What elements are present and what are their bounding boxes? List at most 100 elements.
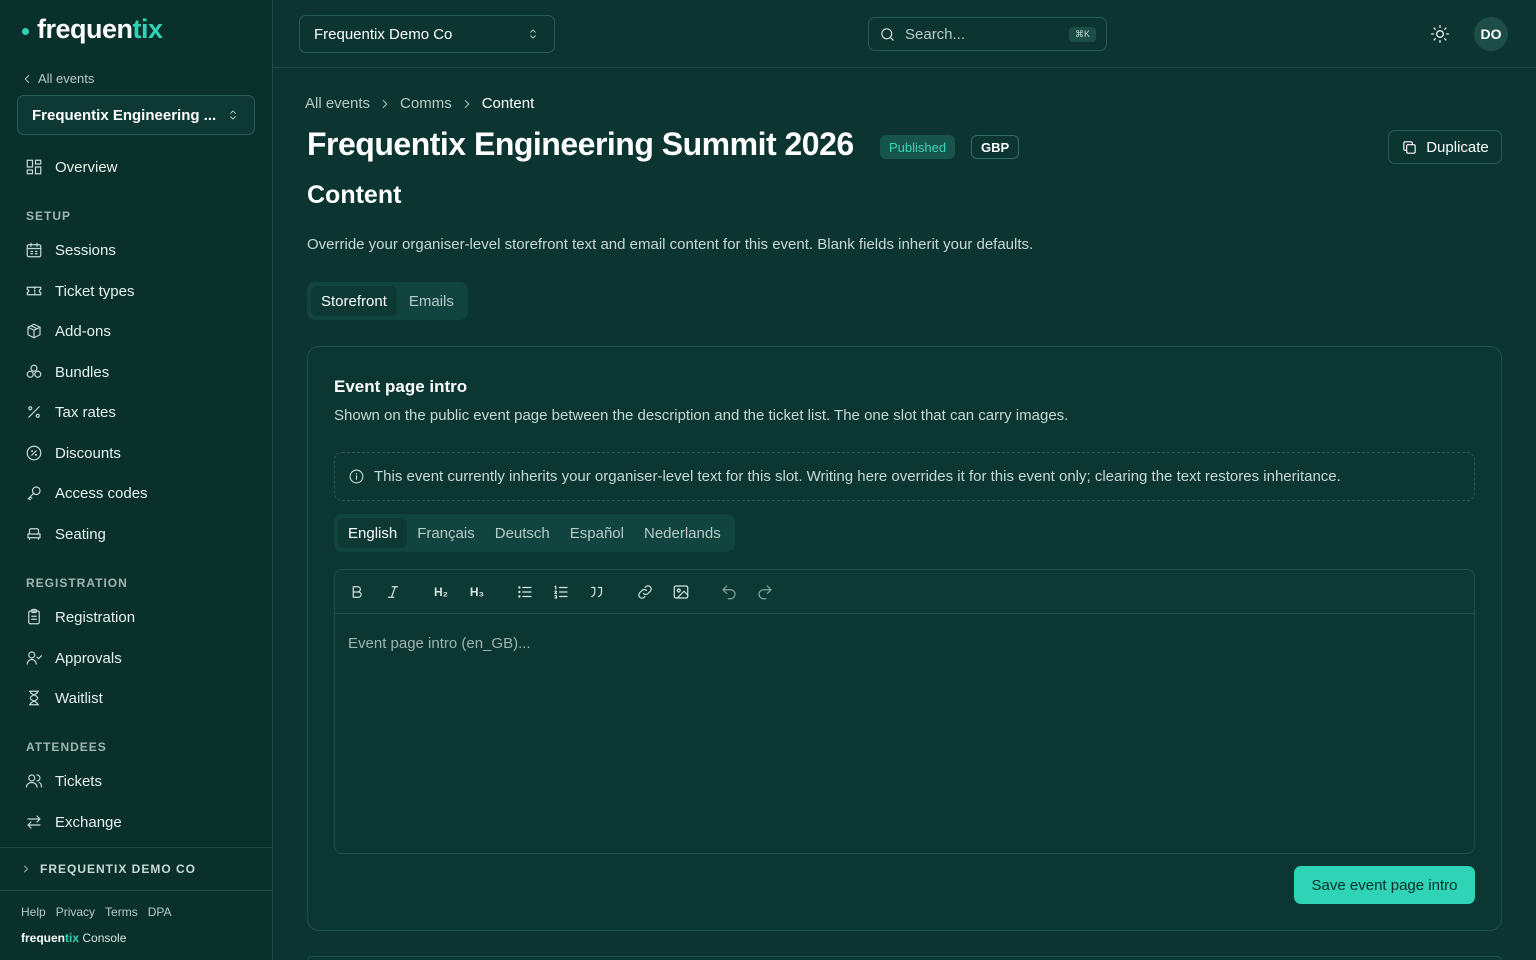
heading-3-button[interactable]: H₃ <box>467 582 487 602</box>
sidebar-item-label: Waitlist <box>55 689 103 707</box>
copy-icon <box>1401 139 1418 156</box>
search-placeholder: Search... <box>905 25 966 43</box>
search-input[interactable]: Search... ⌘K <box>868 17 1107 51</box>
footer-link-terms[interactable]: Terms <box>105 905 138 919</box>
tab-language-french[interactable]: Français <box>407 518 485 548</box>
footer-link-dpa[interactable]: DPA <box>148 905 172 919</box>
section-description: Override your organiser-level storefront… <box>307 236 1034 253</box>
arrows-exchange-icon <box>25 813 43 831</box>
sidebar-item-label: Registration <box>55 608 136 626</box>
sidebar-item-tickets[interactable]: Tickets <box>25 770 102 792</box>
sidebar-item-label: Overview <box>55 158 118 176</box>
bold-icon[interactable] <box>347 582 367 602</box>
back-link-label: All events <box>38 71 95 86</box>
heading-2-button[interactable]: H₂ <box>431 582 451 602</box>
calendar-icon <box>25 241 43 259</box>
save-event-page-intro-button[interactable]: Save event page intro <box>1294 866 1475 904</box>
breadcrumb-content: Content <box>481 95 535 112</box>
editor-content-area[interactable]: Event page intro (en_GB)... <box>348 635 531 652</box>
chevron-right-icon <box>378 97 392 111</box>
currency-badge: GBP <box>971 135 1020 159</box>
sidebar-item-label: Tickets <box>55 772 102 790</box>
sidebar-item-discounts[interactable]: Discounts <box>25 442 121 464</box>
sidebar-item-label: Exchange <box>55 813 122 831</box>
duplicate-button[interactable]: Duplicate <box>1388 130 1502 164</box>
sidebar-item-tax-rates[interactable]: Tax rates <box>25 401 116 423</box>
sidebar-item-approvals[interactable]: Approvals <box>25 647 122 669</box>
chevrons-up-down-icon <box>226 108 240 122</box>
sidebar-item-label: Ticket types <box>55 282 135 300</box>
back-to-all-events-link[interactable]: All events <box>20 71 94 86</box>
discount-badge-icon <box>25 444 43 462</box>
tab-language-german[interactable]: Deutsch <box>485 518 560 548</box>
nav-section-attendees: ATTENDEES <box>26 740 107 754</box>
sidebar-item-bundles[interactable]: Bundles <box>25 361 109 383</box>
tab-emails[interactable]: Emails <box>399 286 464 316</box>
layout-grid-icon <box>25 158 43 176</box>
duplicate-button-label: Duplicate <box>1426 138 1489 156</box>
package-icon <box>25 322 43 340</box>
section-title: Content <box>307 181 402 209</box>
footer-link-help[interactable]: Help <box>21 905 46 919</box>
sidebar-item-registration[interactable]: Registration <box>25 606 135 628</box>
tab-language-dutch[interactable]: Nederlands <box>634 518 731 548</box>
breadcrumb-all-events[interactable]: All events <box>305 95 370 112</box>
top-bar: Frequentix Demo Co Search... ⌘K DO <box>273 0 1536 68</box>
organisation-selector-label: Frequentix Demo Co <box>314 25 453 43</box>
tab-storefront[interactable]: Storefront <box>311 286 397 316</box>
clipboard-icon <box>25 608 43 626</box>
tab-language-spanish[interactable]: Español <box>560 518 634 548</box>
breadcrumb-comms[interactable]: Comms <box>400 95 452 112</box>
sidebar-item-waitlist[interactable]: Waitlist <box>25 687 103 709</box>
sidebar-item-overview[interactable]: Overview <box>25 156 118 178</box>
notice-text: This event currently inherits your organ… <box>374 468 1341 485</box>
page-title: Frequentix Engineering Summit 2026 <box>307 126 854 162</box>
armchair-icon <box>25 525 43 543</box>
hourglass-icon <box>25 689 43 707</box>
sidebar-item-add-ons[interactable]: Add-ons <box>25 320 111 342</box>
sidebar-item-label: Sessions <box>55 241 116 259</box>
organisation-selector[interactable]: Frequentix Demo Co <box>299 15 555 53</box>
ticket-icon <box>25 282 43 300</box>
link-icon[interactable] <box>635 582 655 602</box>
chevrons-up-down-icon <box>526 27 540 41</box>
sidebar-item-seating[interactable]: Seating <box>25 523 106 545</box>
sidebar-item-sessions[interactable]: Sessions <box>25 239 116 261</box>
status-badge: Published <box>880 135 956 159</box>
nav-section-registration: REGISTRATION <box>26 576 128 590</box>
ordered-list-icon[interactable] <box>551 582 571 602</box>
logo-dot-icon <box>22 28 29 35</box>
nav-section-setup: SETUP <box>26 209 72 223</box>
image-icon[interactable] <box>671 582 691 602</box>
blockquote-icon[interactable] <box>587 582 607 602</box>
tab-language-english[interactable]: English <box>338 518 408 548</box>
footer-links: Help Privacy Terms DPA <box>21 905 172 919</box>
brand-logo[interactable]: frequentix <box>22 14 163 45</box>
users-icon <box>25 772 43 790</box>
sidebar-item-label: Add-ons <box>55 322 111 340</box>
user-avatar[interactable]: DO <box>1474 17 1508 51</box>
footer-link-privacy[interactable]: Privacy <box>56 905 95 919</box>
chevron-left-icon <box>20 72 34 86</box>
sidebar-item-label: Access codes <box>55 484 148 502</box>
chevron-right-icon <box>20 863 32 875</box>
sidebar-item-exchange[interactable]: Exchange <box>25 811 122 833</box>
italic-icon[interactable] <box>383 582 403 602</box>
sidebar-item-ticket-types[interactable]: Ticket types <box>25 280 134 302</box>
redo-icon[interactable] <box>755 582 775 602</box>
card-description: Shown on the public event page between t… <box>334 407 1069 424</box>
bundles-icon <box>25 363 43 381</box>
sidebar-item-access-codes[interactable]: Access codes <box>25 482 148 504</box>
event-selector[interactable]: Frequentix Engineering ... <box>17 95 255 135</box>
breadcrumb: All events Comms Content <box>305 95 534 112</box>
content-tabs: Storefront Emails <box>307 282 468 320</box>
bullet-list-icon[interactable] <box>515 582 535 602</box>
footer-brand: frequentix Console <box>21 931 127 945</box>
info-icon <box>348 468 365 485</box>
inheritance-notice: This event currently inherits your organ… <box>334 452 1475 501</box>
undo-icon[interactable] <box>719 582 739 602</box>
org-switcher[interactable]: FREQUENTIX DEMO CO <box>0 847 272 891</box>
user-check-icon <box>25 649 43 667</box>
key-icon <box>25 484 43 502</box>
theme-toggle-sun-icon[interactable] <box>1430 24 1450 44</box>
